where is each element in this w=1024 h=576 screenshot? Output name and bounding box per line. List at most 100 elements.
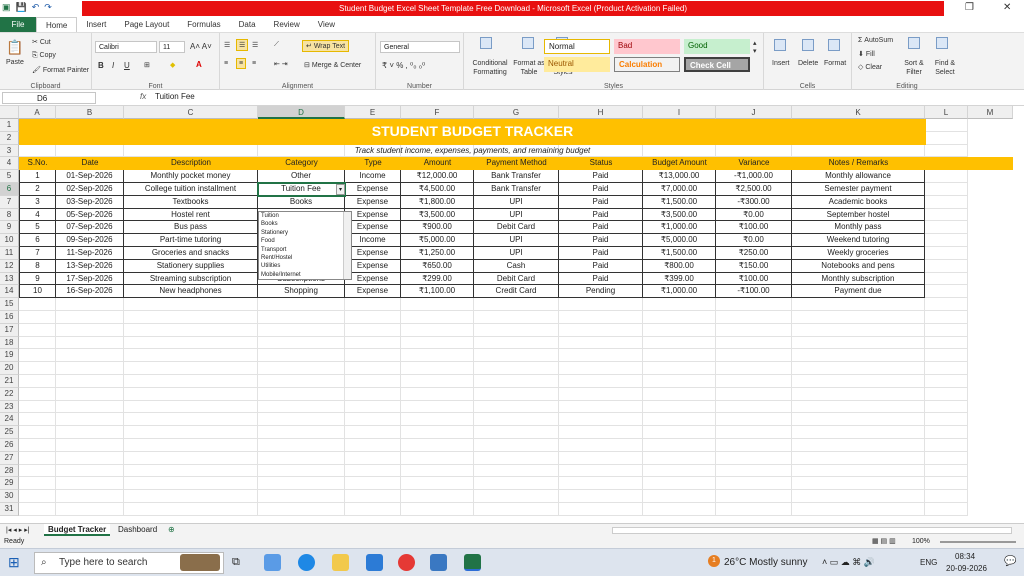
tab-review[interactable]: Review bbox=[265, 17, 309, 32]
tab-view[interactable]: View bbox=[309, 17, 344, 32]
grid-cell[interactable] bbox=[716, 387, 792, 401]
table-cell[interactable]: 2 bbox=[19, 183, 56, 196]
style-neutral[interactable]: Neutral bbox=[544, 57, 610, 72]
table-cell[interactable]: Bus pass bbox=[124, 221, 258, 235]
format-table-icon[interactable] bbox=[522, 37, 534, 49]
font-size-select[interactable]: 11 bbox=[159, 41, 185, 53]
grid-cell[interactable] bbox=[474, 464, 559, 478]
table-cell[interactable]: Weekend tutoring bbox=[792, 234, 925, 247]
grid-cell[interactable] bbox=[401, 336, 474, 350]
table-header-cell[interactable]: Type bbox=[345, 157, 401, 170]
grid-cell[interactable] bbox=[792, 439, 925, 452]
grid-cell[interactable] bbox=[792, 311, 925, 324]
tab-file[interactable]: File bbox=[0, 17, 36, 32]
style-check-cell[interactable]: Check Cell bbox=[684, 57, 750, 72]
grid-cell[interactable] bbox=[474, 311, 559, 324]
grid-cell[interactable] bbox=[258, 464, 345, 478]
grid-cell[interactable] bbox=[925, 349, 968, 363]
insert-cells-button[interactable]: Insert bbox=[772, 60, 790, 67]
grid-cell[interactable] bbox=[474, 439, 559, 452]
mail-icon[interactable] bbox=[366, 554, 383, 571]
table-cell[interactable]: -₹100.00 bbox=[716, 285, 792, 299]
table-cell[interactable]: Monthly pass bbox=[792, 221, 925, 235]
grid-cell[interactable] bbox=[401, 413, 474, 427]
table-cell[interactable]: Expense bbox=[345, 221, 401, 235]
sort-filter-icon[interactable] bbox=[908, 37, 920, 49]
grid-cell[interactable] bbox=[559, 349, 643, 363]
grid-cell[interactable] bbox=[792, 400, 925, 414]
row-header-28[interactable]: 28 bbox=[0, 464, 19, 478]
table-cell[interactable]: Groceries and snacks bbox=[124, 247, 258, 260]
grid-cell[interactable] bbox=[19, 387, 56, 401]
grid-cell[interactable] bbox=[56, 362, 124, 375]
dropdown-option[interactable]: Mobile/Internet bbox=[259, 271, 351, 279]
row-header-23[interactable]: 23 bbox=[0, 400, 19, 414]
wrap-text-button[interactable]: ↵ Wrap Text bbox=[302, 40, 350, 52]
format-cells-button[interactable]: Format bbox=[824, 60, 846, 67]
column-header-d[interactable]: D bbox=[258, 106, 345, 119]
grid-cell[interactable] bbox=[925, 477, 968, 491]
grid-cell[interactable] bbox=[925, 208, 968, 222]
table-cell[interactable]: 16-Sep-2026 bbox=[56, 285, 124, 299]
row-header-12[interactable]: 12 bbox=[0, 259, 19, 273]
clock-date[interactable]: 20-09-2026 bbox=[946, 564, 987, 573]
grid-cell[interactable] bbox=[19, 503, 56, 516]
row-header-21[interactable]: 21 bbox=[0, 375, 19, 388]
grid-cell[interactable] bbox=[559, 413, 643, 427]
grid-cell[interactable] bbox=[474, 336, 559, 350]
grid-cell[interactable] bbox=[925, 183, 968, 196]
grid-cell[interactable] bbox=[124, 413, 258, 427]
table-cell[interactable]: Academic books bbox=[792, 195, 925, 209]
grid-cell[interactable] bbox=[716, 336, 792, 350]
format-cells-icon[interactable] bbox=[828, 39, 840, 51]
grid-cell[interactable] bbox=[925, 400, 968, 414]
grid-cell[interactable] bbox=[474, 400, 559, 414]
task-view-icon[interactable]: ⧉ bbox=[232, 556, 240, 569]
column-header-c[interactable]: C bbox=[124, 106, 258, 119]
align-top-icon[interactable]: ☰ bbox=[224, 41, 230, 49]
table-cell[interactable]: UPI bbox=[474, 234, 559, 247]
grid-cell[interactable] bbox=[643, 375, 716, 388]
table-cell[interactable]: ₹2,500.00 bbox=[716, 183, 792, 196]
grid-cell[interactable] bbox=[124, 400, 258, 414]
grid-cell[interactable] bbox=[56, 439, 124, 452]
paste-button[interactable]: Paste bbox=[6, 59, 24, 66]
grid-cell[interactable] bbox=[716, 323, 792, 337]
style-good[interactable]: Good bbox=[684, 39, 750, 54]
column-header-j[interactable]: J bbox=[716, 106, 792, 119]
align-left-icon[interactable]: ≡ bbox=[224, 60, 228, 67]
grid-cell[interactable] bbox=[124, 503, 258, 516]
column-header-m[interactable]: M bbox=[968, 106, 1013, 119]
grid-cell[interactable] bbox=[19, 362, 56, 375]
grid-cell[interactable] bbox=[792, 298, 925, 311]
grid-cell[interactable] bbox=[56, 311, 124, 324]
align-bottom-icon[interactable]: ☰ bbox=[252, 41, 258, 49]
grid-cell[interactable] bbox=[474, 298, 559, 311]
grid-cell[interactable] bbox=[19, 400, 56, 414]
table-cell[interactable]: ₹4,500.00 bbox=[401, 183, 474, 196]
grid-cell[interactable] bbox=[716, 503, 792, 516]
table-cell[interactable]: Shopping bbox=[258, 285, 345, 299]
row-header-31[interactable]: 31 bbox=[0, 503, 19, 516]
grid-cell[interactable] bbox=[792, 349, 925, 363]
delete-cells-icon[interactable] bbox=[802, 39, 814, 51]
grid-cell[interactable] bbox=[559, 298, 643, 311]
table-cell[interactable]: Part-time tutoring bbox=[124, 234, 258, 247]
grid-cell[interactable] bbox=[19, 477, 56, 491]
grid-cell[interactable] bbox=[345, 400, 401, 414]
dropdown-arrow-icon[interactable]: ▾ bbox=[336, 184, 345, 195]
grid-cell[interactable] bbox=[925, 170, 968, 183]
grid-cell[interactable] bbox=[345, 503, 401, 516]
grid-cell[interactable] bbox=[19, 464, 56, 478]
table-cell[interactable]: ₹1,500.00 bbox=[643, 247, 716, 260]
grid-cell[interactable] bbox=[19, 349, 56, 363]
grid-cell[interactable] bbox=[643, 349, 716, 363]
grid-cell[interactable] bbox=[474, 362, 559, 375]
grid-cell[interactable] bbox=[643, 387, 716, 401]
file-explorer-icon[interactable] bbox=[332, 554, 349, 571]
table-cell[interactable]: 07-Sep-2026 bbox=[56, 221, 124, 235]
grid-cell[interactable] bbox=[792, 426, 925, 439]
sheet-tab-dashboard[interactable]: Dashboard bbox=[118, 524, 157, 536]
save-icon[interactable]: 💾 bbox=[16, 2, 27, 13]
grid-cell[interactable] bbox=[925, 413, 968, 427]
